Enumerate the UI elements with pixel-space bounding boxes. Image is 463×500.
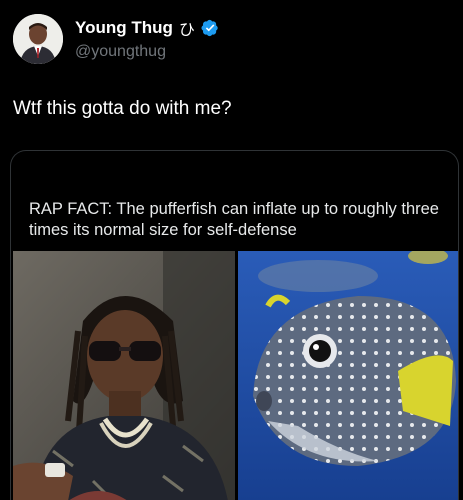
handle[interactable]: @youngthug [75,43,219,61]
tweet-text: Wtf this gotta do with me? [13,98,232,119]
quoted-card[interactable]: RAP FACT: The pufferfish can inflate up … [10,150,459,500]
name-glyph: ひ [178,22,195,39]
quoted-card-text: RAP FACT: The pufferfish can inflate up … [29,200,439,239]
pufferfish-photo-icon [238,251,458,500]
avatar[interactable] [13,14,63,64]
profile-photo-icon [13,14,63,64]
display-name[interactable]: Young Thug [75,18,173,38]
verified-badge-icon [201,19,218,37]
rapper-photo[interactable] [13,251,235,500]
pufferfish-photo[interactable] [238,251,458,500]
rapper-photo-icon [13,251,235,500]
tweet-header: Young Thug ひ @youngthug [13,14,453,66]
